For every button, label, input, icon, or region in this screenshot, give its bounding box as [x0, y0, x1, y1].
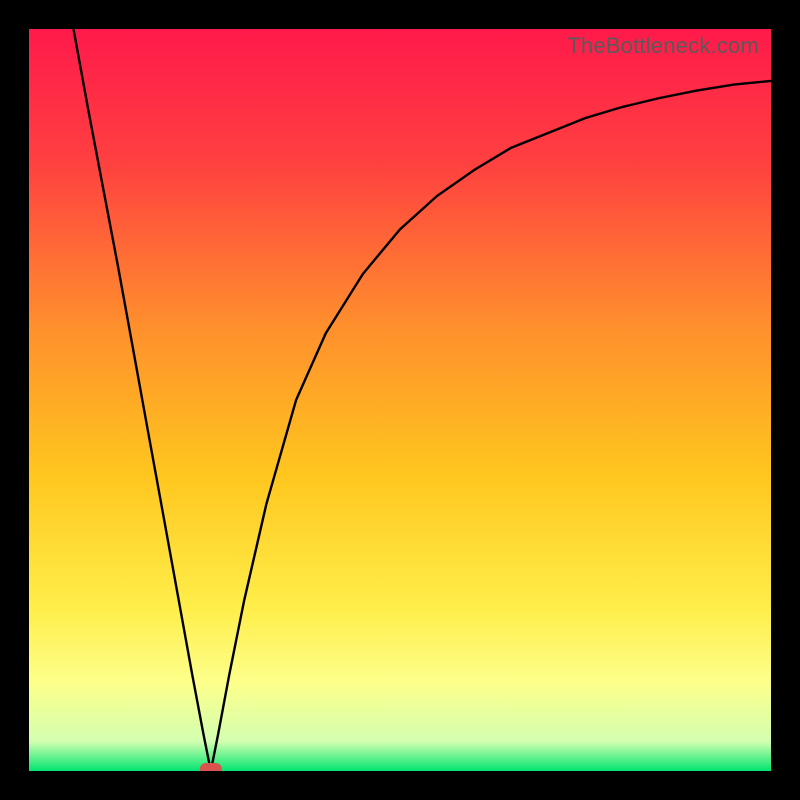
gradient-background	[29, 29, 771, 771]
plot-area: TheBottleneck.com	[29, 29, 771, 771]
chart-svg	[29, 29, 771, 771]
watermark-text: TheBottleneck.com	[567, 33, 759, 59]
minimum-marker	[200, 763, 222, 771]
chart-frame: TheBottleneck.com	[0, 0, 800, 800]
